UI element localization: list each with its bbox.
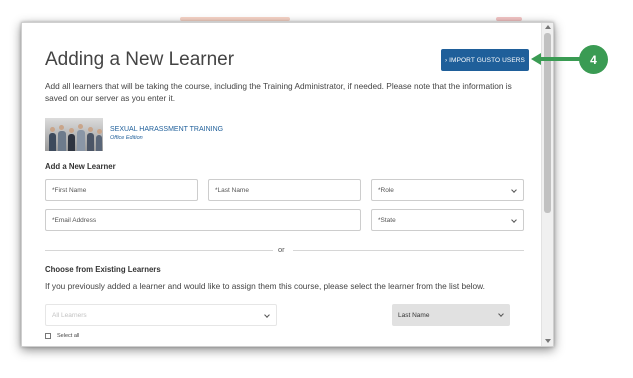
course-thumbnail-image bbox=[45, 118, 103, 151]
person-figure bbox=[96, 129, 102, 151]
first-name-field[interactable]: *First Name bbox=[45, 179, 198, 201]
state-select[interactable]: *State bbox=[371, 209, 524, 231]
scroll-up-arrow-icon[interactable] bbox=[545, 25, 551, 29]
modal-title: Adding a New Learner bbox=[45, 49, 235, 70]
sort-select-value: Last Name bbox=[398, 311, 430, 319]
sort-select[interactable]: Last Name bbox=[392, 304, 510, 326]
select-all-checkbox[interactable] bbox=[45, 333, 51, 339]
callout-connector bbox=[540, 57, 580, 61]
background-decoration bbox=[496, 17, 522, 21]
add-learner-modal: Adding a New Learner › IMPORT GUSTO USER… bbox=[22, 23, 543, 346]
existing-learners-heading: Choose from Existing Learners bbox=[45, 265, 161, 274]
person-figure bbox=[49, 127, 56, 151]
background-decoration bbox=[180, 17, 290, 21]
all-learners-select-value: All Learners bbox=[52, 311, 87, 319]
scroll-down-arrow-icon[interactable] bbox=[545, 339, 551, 343]
role-select[interactable]: *Role bbox=[371, 179, 524, 201]
chevron-down-icon bbox=[511, 217, 517, 223]
state-select-value: *State bbox=[378, 216, 396, 224]
email-field[interactable]: *Email Address bbox=[45, 209, 361, 231]
intro-text: Add all learners that will be taking the… bbox=[45, 81, 512, 103]
callout-step-badge: 4 bbox=[579, 45, 608, 74]
course-edition: Office Edition bbox=[110, 135, 143, 141]
person-figure bbox=[68, 128, 75, 151]
chevron-down-icon bbox=[264, 312, 270, 318]
existing-learners-description: If you previously added a learner and wo… bbox=[45, 281, 485, 291]
divider-line bbox=[45, 250, 273, 251]
import-gusto-users-button[interactable]: › IMPORT GUSTO USERS bbox=[441, 49, 529, 71]
chevron-down-icon bbox=[511, 187, 517, 193]
select-all-label: Select all bbox=[57, 333, 80, 339]
modal-window: Adding a New Learner › IMPORT GUSTO USER… bbox=[21, 22, 554, 347]
add-learner-heading: Add a New Learner bbox=[45, 162, 116, 171]
person-figure bbox=[87, 127, 94, 151]
or-divider-text: or bbox=[278, 245, 285, 254]
background-page bbox=[0, 0, 633, 22]
vertical-scrollbar[interactable] bbox=[541, 23, 553, 346]
chevron-down-icon bbox=[498, 311, 504, 317]
all-learners-select[interactable]: All Learners bbox=[45, 304, 277, 326]
role-select-value: *Role bbox=[378, 186, 394, 194]
course-name-link[interactable]: SEXUAL HARASSMENT TRAINING bbox=[110, 126, 223, 133]
last-name-field[interactable]: *Last Name bbox=[208, 179, 361, 201]
person-figure bbox=[77, 124, 85, 151]
person-figure bbox=[58, 125, 66, 151]
divider-line bbox=[293, 250, 524, 251]
